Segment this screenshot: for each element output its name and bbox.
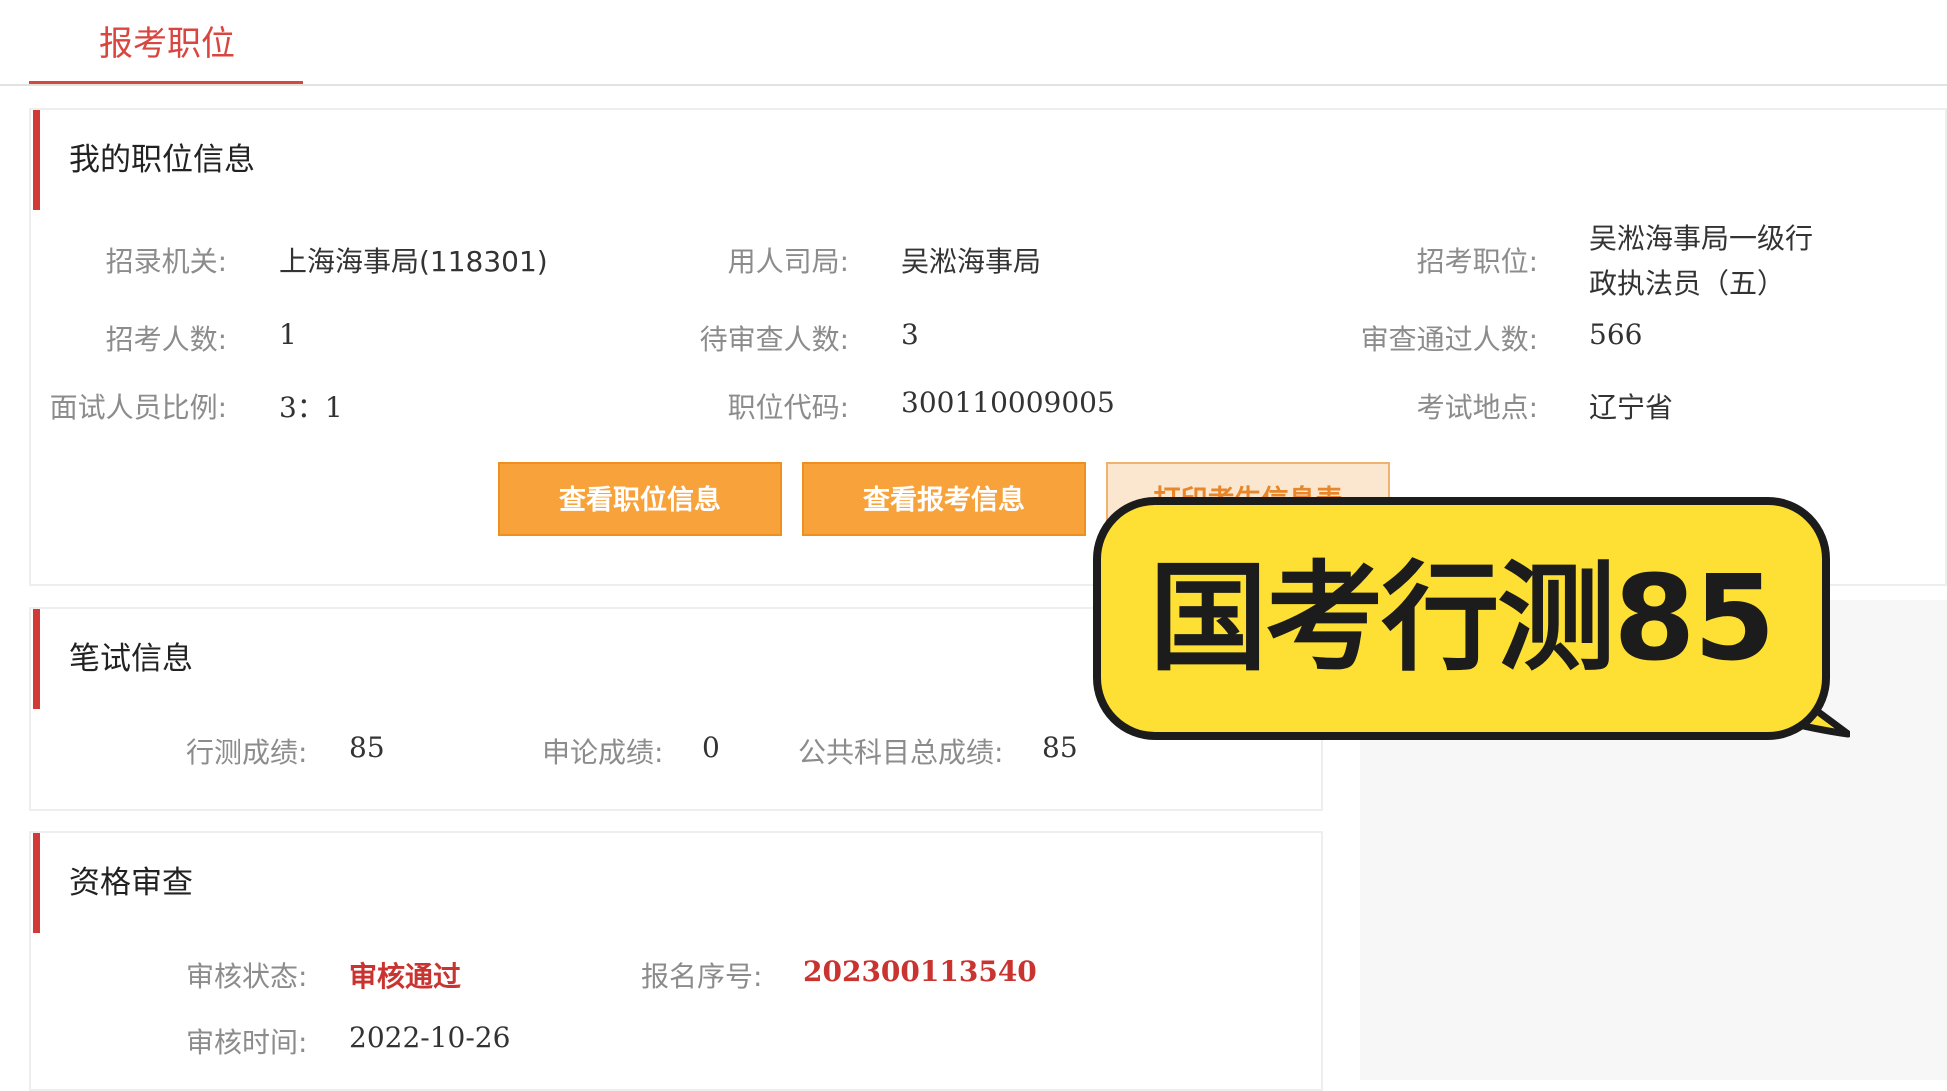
serial-label: 报名序号: <box>641 960 763 993</box>
place-label: 考试地点: <box>1416 391 1538 424</box>
agency-label: 招录机关: <box>105 245 227 278</box>
xingce-label: 行测成绩: <box>186 736 308 769</box>
place-value: 辽宁省 <box>1589 391 1674 424</box>
tab-bar: 报考职位 <box>0 0 1947 86</box>
view-position-button[interactable]: 查看职位信息 <box>498 462 782 536</box>
post-label: 招考职位: <box>1416 245 1538 278</box>
quota-value: 1 <box>279 318 297 351</box>
code-label: 职位代码: <box>727 391 849 424</box>
code-value: 300110009005 <box>901 386 1115 419</box>
status-label: 审核状态: <box>186 960 308 993</box>
total-label: 公共科目总成绩: <box>798 736 1004 769</box>
post-value-line1: 吴淞海事局一级行 <box>1589 222 1814 255</box>
pending-value: 3 <box>901 318 919 351</box>
total-value: 85 <box>1042 731 1078 764</box>
panel-title: 资格审查 <box>69 865 193 901</box>
serial-value: 202300113540 <box>803 955 1037 988</box>
accent-bar <box>33 110 40 210</box>
bureau-value: 吴淞海事局 <box>901 245 1042 278</box>
panel-header: 我的职位信息 <box>31 110 1945 210</box>
accent-bar <box>33 833 40 933</box>
pending-label: 待审查人数: <box>699 323 849 356</box>
view-application-button[interactable]: 查看报考信息 <box>802 462 1086 536</box>
status-value: 审核通过 <box>349 960 462 993</box>
shenlun-label: 申论成绩: <box>542 736 664 769</box>
tab-apply-position[interactable]: 报考职位 <box>29 0 303 84</box>
panel-title: 我的职位信息 <box>69 142 255 178</box>
shenlun-value: 0 <box>702 731 720 764</box>
review-panel: 资格审查 审核状态: 审核通过 报名序号: 202300113540 审核时间:… <box>29 831 1323 1091</box>
panel-title: 笔试信息 <box>69 641 193 677</box>
passed-value: 566 <box>1589 318 1643 351</box>
bureau-label: 用人司局: <box>727 245 849 278</box>
agency-value: 上海海事局(118301) <box>279 245 548 278</box>
quota-label: 招考人数: <box>105 323 227 356</box>
xingce-value: 85 <box>349 731 385 764</box>
ratio-value: 3：1 <box>279 391 343 424</box>
ratio-label: 面试人员比例: <box>49 391 227 424</box>
time-value: 2022-10-26 <box>349 1021 511 1054</box>
time-label: 审核时间: <box>186 1026 308 1059</box>
post-value-line2: 政执法员（五） <box>1589 267 1786 300</box>
passed-label: 审查通过人数: <box>1360 323 1538 356</box>
panel-header: 资格审查 <box>31 833 1321 933</box>
accent-bar <box>33 609 40 709</box>
bubble-score-text: 国考行测85 <box>1149 549 1775 687</box>
